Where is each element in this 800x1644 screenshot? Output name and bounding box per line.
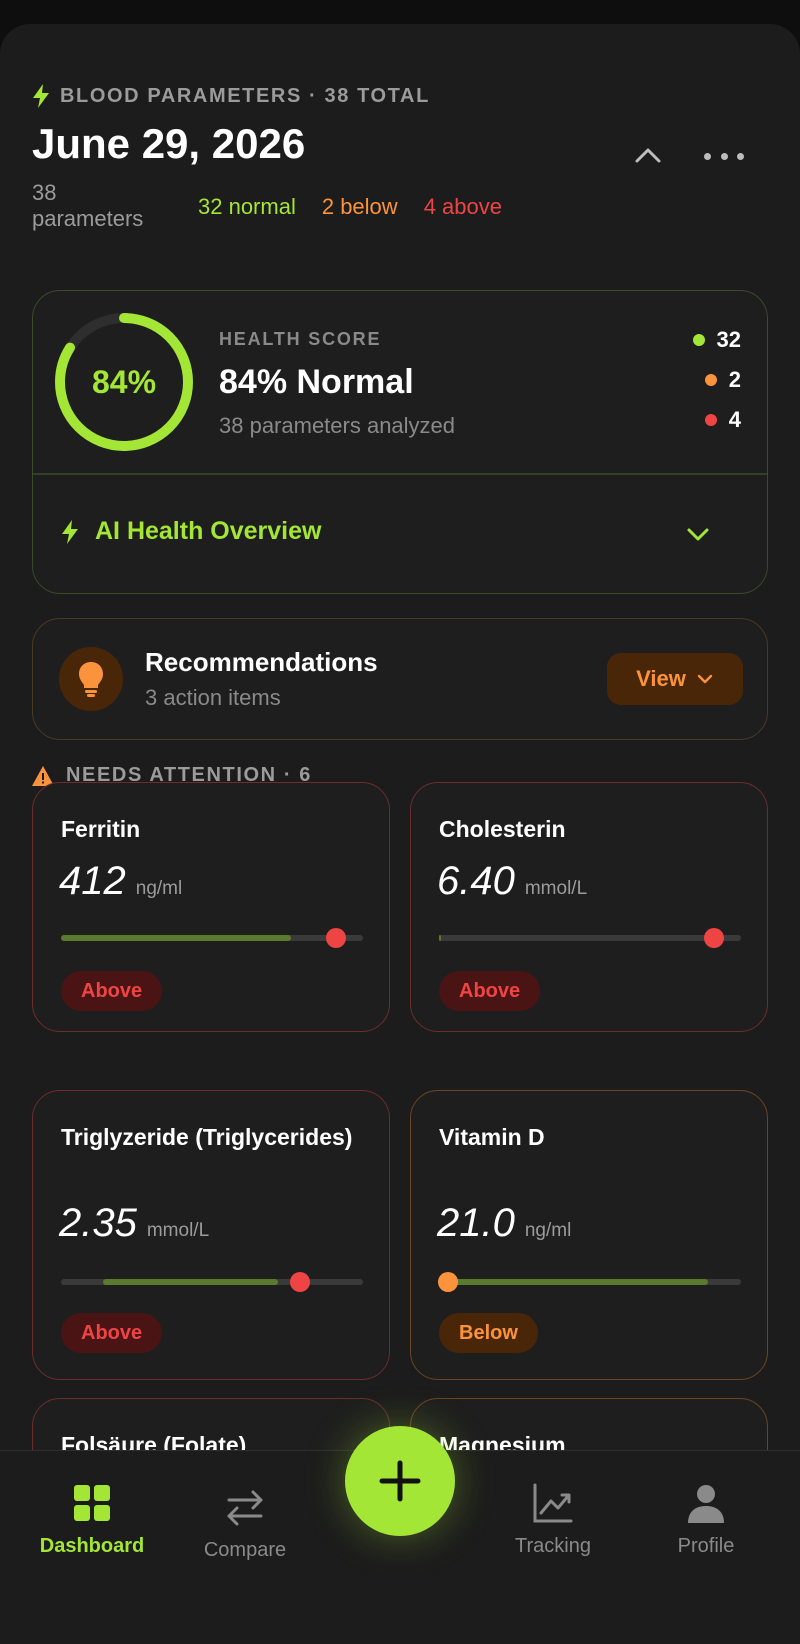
legend-above: 4	[704, 407, 741, 433]
value-marker	[325, 928, 346, 948]
legend-below: 2	[704, 367, 741, 393]
parameter-card-vitamin-d[interactable]: Vitamin D 21.0 ng/ml Below	[410, 1090, 768, 1380]
swap-arrows-icon	[227, 1490, 263, 1526]
normal-count: 32 normal	[198, 194, 296, 219]
status-badge: Below	[439, 1313, 538, 1353]
add-button[interactable]	[345, 1426, 455, 1536]
parameter-value: 2.35 mmol/L	[59, 1201, 210, 1245]
range-track	[61, 928, 363, 948]
view-button[interactable]: View	[607, 653, 743, 705]
bolt-icon	[62, 519, 78, 544]
grid-icon	[74, 1485, 110, 1521]
lightbulb-icon	[59, 647, 123, 711]
parameter-value: 412 ng/ml	[59, 859, 183, 903]
recommendations-title: Recommendations	[145, 647, 378, 677]
range-track	[439, 928, 741, 948]
nav-tracking-label: Tracking	[515, 1535, 591, 1557]
range-track	[438, 1272, 741, 1292]
parameter-name: Vitamin D	[439, 1124, 545, 1150]
page-title: June 29, 2026	[32, 120, 306, 167]
ai-overview-label: AI Health Overview	[95, 517, 322, 545]
chevron-down-icon[interactable]	[685, 521, 711, 547]
health-score-label: HEALTH SCORE	[219, 329, 382, 349]
parameter-name: Triglyzeride (Triglycerides)	[61, 1124, 353, 1150]
main-panel: BLOOD PARAMETERS · 38 TOTAL June 29, 202…	[0, 24, 800, 1644]
chevron-down-icon	[697, 674, 713, 684]
parameter-name: Cholesterin	[439, 816, 566, 842]
bolt-icon	[33, 84, 49, 108]
nav-compare[interactable]: Compare	[180, 1481, 310, 1562]
nav-profile-label: Profile	[677, 1535, 735, 1557]
parameter-name: Ferritin	[61, 816, 141, 842]
parameter-value: 6.40 mmol/L	[437, 859, 588, 903]
ai-overview-toggle[interactable]: AI Health Overview	[61, 517, 321, 546]
user-icon	[688, 1485, 724, 1523]
parameter-card-ferritin[interactable]: Ferritin 412 ng/ml Above	[32, 782, 390, 1032]
normal-range-bar	[103, 1279, 279, 1285]
section-label-text: BLOOD PARAMETERS · 38 TOTAL	[60, 84, 430, 107]
health-score-card: 84% HEALTH SCORE 84% Normal 38 parameter…	[32, 290, 768, 594]
plus-icon	[379, 1460, 421, 1502]
recommendations-subtitle: 3 action items	[145, 685, 281, 710]
total-count: 38 parameters	[32, 180, 144, 231]
legend-normal: 32	[692, 327, 741, 353]
health-score-title: 84% Normal	[219, 363, 414, 401]
parameter-card-triglyzeride[interactable]: Triglyzeride (Triglycerides) 2.35 mmol/L…	[32, 1090, 390, 1380]
section-label: BLOOD PARAMETERS · 38 TOTAL	[32, 84, 430, 108]
status-badge: Above	[61, 971, 163, 1011]
value-marker	[289, 1272, 310, 1292]
chevron-up-icon[interactable]	[632, 140, 664, 172]
status-badge: Above	[61, 1313, 163, 1353]
normal-range-bar	[61, 935, 291, 941]
score-legend: 32 2 4	[692, 327, 741, 433]
parameter-value: 21.0 ng/ml	[437, 1201, 572, 1245]
above-count: 4 above	[423, 194, 502, 219]
summary-counts: 38 parameters 32 normal 2 below 4 above	[32, 180, 502, 232]
range-track	[61, 1272, 363, 1292]
nav-compare-label: Compare	[203, 1539, 287, 1561]
value-marker	[438, 1272, 459, 1292]
more-options-icon[interactable]	[704, 140, 744, 172]
nav-tracking[interactable]: Tracking	[488, 1481, 618, 1558]
chart-line-icon	[533, 1483, 573, 1523]
normal-range-bar	[439, 935, 441, 941]
recommendations-card[interactable]: Recommendations 3 action items View	[32, 618, 768, 740]
nav-dashboard[interactable]: Dashboard	[27, 1481, 157, 1558]
divider	[33, 473, 767, 475]
health-score-subtitle: 38 parameters analyzed	[219, 413, 456, 438]
status-badge: Above	[439, 971, 541, 1011]
normal-range-bar	[451, 1279, 708, 1285]
nav-dashboard-label: Dashboard	[39, 1535, 145, 1557]
score-ring-label: 84%	[91, 363, 157, 400]
below-count: 2 below	[321, 194, 398, 219]
nav-profile[interactable]: Profile	[641, 1481, 771, 1558]
parameter-card-cholesterin[interactable]: Cholesterin 6.40 mmol/L Above	[410, 782, 768, 1032]
value-marker	[703, 928, 724, 948]
